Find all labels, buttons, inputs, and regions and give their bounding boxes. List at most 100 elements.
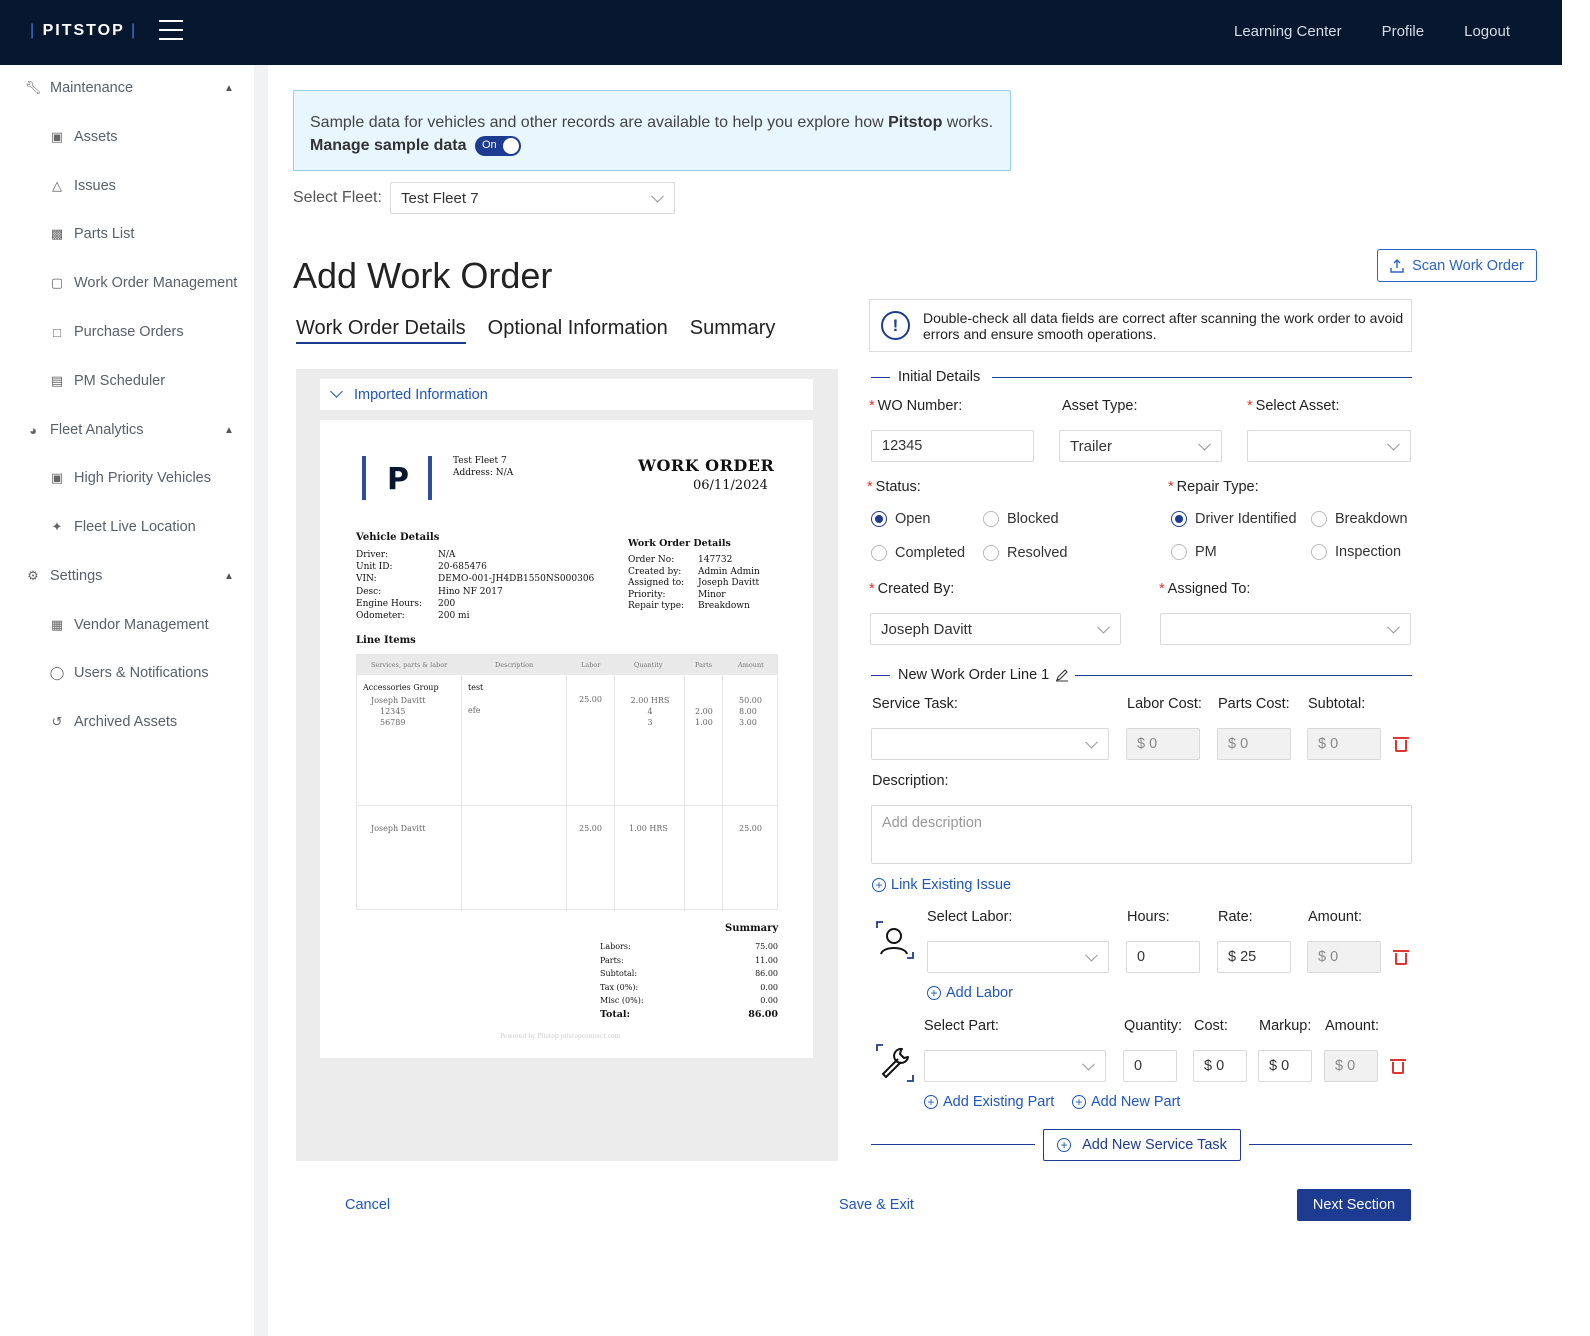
assigned-to-select[interactable] [1160, 613, 1411, 645]
delete-line-icon[interactable] [1393, 736, 1409, 752]
add-existing-part-link[interactable]: + Add Existing Part [924, 1094, 1054, 1110]
delete-labor-icon[interactable] [1393, 949, 1409, 965]
rate-label: Rate: [1218, 909, 1253, 925]
plus-circle-icon: + [924, 1095, 938, 1109]
sidebar-item-pm-scheduler[interactable]: ▤ PM Scheduler [48, 373, 165, 389]
profile-link[interactable]: Profile [1382, 23, 1425, 40]
repair-pm-radio[interactable]: PM [1171, 544, 1217, 560]
repair-driver-identified-radio[interactable]: Driver Identified [1171, 511, 1297, 527]
doc-summary-values: 75.00 11.00 86.00 0.00 0.00 86.00 [748, 942, 778, 1020]
next-section-button[interactable]: Next Section [1297, 1189, 1411, 1221]
chevron-down-icon [1085, 948, 1098, 962]
sidebar-item-issues[interactable]: △ Issues [48, 178, 116, 194]
plus-circle-icon: + [1072, 1095, 1086, 1109]
status-blocked-radio[interactable]: Blocked [983, 511, 1059, 527]
app-logo[interactable]: | PITSTOP | [30, 22, 137, 40]
sidebar-item-archived-assets[interactable]: ↺ Archived Assets [48, 714, 178, 730]
plus-circle-icon: + [872, 878, 886, 892]
doc-line-items-table: Services, parts & labor Description Labo… [356, 654, 778, 911]
repair-inspection-radio[interactable]: Inspection [1311, 544, 1401, 560]
store-icon: ▦ [50, 617, 64, 632]
sidebar-group-maintenance[interactable]: 🔧︎ Maintenance ▲ [24, 80, 244, 96]
rate-input[interactable]: $ 25 [1217, 941, 1291, 973]
select-asset-label: * Select Asset: [1247, 398, 1340, 414]
sidebar-item-work-order-management[interactable]: ▢ Work Order Management [48, 275, 237, 291]
doc-summary-heading: Summary [725, 923, 779, 934]
copy-icon: □ [53, 324, 61, 340]
history-icon: ↺ [51, 714, 63, 729]
table-cell: Accessories Group [363, 683, 439, 692]
logout-link[interactable]: Logout [1464, 23, 1510, 40]
tab-optional-information[interactable]: Optional Information [488, 317, 668, 344]
status-label: * Status: [867, 479, 921, 495]
select-asset-dropdown[interactable] [1247, 430, 1411, 462]
sidebar-item-fleet-live-location[interactable]: ✦ Fleet Live Location [48, 519, 196, 535]
labor-cost-label: Labor Cost: [1127, 696, 1202, 712]
plus-circle-icon: + [927, 986, 941, 1000]
link-existing-issue-link[interactable]: + Link Existing Issue [872, 877, 1011, 893]
tab-work-order-details[interactable]: Work Order Details [296, 317, 466, 344]
imported-information-toggle[interactable]: Imported Information [320, 379, 813, 410]
table-cell: 2.00 1.00 [695, 707, 713, 727]
sidebar-item-vendor-management[interactable]: ▦ Vendor Management [48, 617, 209, 633]
quantity-input[interactable]: 0 [1123, 1050, 1177, 1082]
hours-label: Hours: [1127, 909, 1170, 925]
chevron-up-icon: ▲ [224, 570, 234, 582]
status-open-radio[interactable]: Open [871, 511, 930, 527]
doc-line-items-heading: Line Items [356, 635, 416, 646]
top-bar: | PITSTOP | Learning Center Profile Logo… [0, 0, 1562, 65]
sidebar-item-high-priority-vehicles[interactable]: ▣ High Priority Vehicles [48, 470, 211, 486]
sidebar-item-users-notifications[interactable]: ◯ Users & Notifications [48, 665, 209, 681]
add-new-part-link[interactable]: + Add New Part [1072, 1094, 1180, 1110]
sidebar-item-assets[interactable]: ▣ Assets [48, 129, 118, 145]
status-completed-radio[interactable]: Completed [871, 545, 965, 561]
status-resolved-radio[interactable]: Resolved [983, 545, 1067, 561]
add-new-service-task-button[interactable]: + Add New Service Task [1043, 1129, 1241, 1161]
part-amount-input: $ 0 [1324, 1050, 1378, 1082]
tab-bar: Work Order Details Optional Information … [296, 317, 775, 344]
sidebar-group-settings[interactable]: ⚙ Settings ▲ [24, 568, 244, 584]
sidebar-item-parts-list[interactable]: ▩ Parts List [48, 226, 135, 242]
chevron-up-icon: ▲ [224, 82, 234, 94]
labor-cost-input: $ 0 [1126, 728, 1200, 760]
assigned-to-label: * Assigned To: [1159, 581, 1251, 597]
description-textarea[interactable]: Add description [871, 805, 1412, 864]
cost-input[interactable]: $ 0 [1193, 1050, 1247, 1082]
delete-part-icon[interactable] [1390, 1058, 1406, 1074]
sidebar-group-fleet-analytics[interactable]: ◕ Fleet Analytics ▲ [24, 422, 244, 438]
created-by-select[interactable]: Joseph Davitt [870, 613, 1121, 645]
add-labor-link[interactable]: + Add Labor [927, 985, 1013, 1001]
main-content: Sample data for vehicles and other recor… [268, 65, 1562, 1336]
service-task-select[interactable] [871, 728, 1109, 760]
fleet-select[interactable]: Test Fleet 7 [390, 182, 675, 214]
subtotal-input: $ 0 [1307, 728, 1381, 760]
edit-icon[interactable] [1055, 668, 1069, 682]
menu-icon[interactable] [159, 20, 183, 40]
wo-number-input[interactable]: 12345 [871, 430, 1034, 462]
sidebar-item-purchase-orders[interactable]: □ Purchase Orders [48, 324, 184, 340]
repair-type-label: * Repair Type: [1168, 479, 1259, 495]
truck-icon: ▣ [50, 470, 64, 485]
wrench-icon: 🔧︎ [24, 80, 42, 95]
sample-data-toggle[interactable]: On [474, 135, 521, 156]
repair-breakdown-radio[interactable]: Breakdown [1311, 511, 1408, 527]
scan-work-order-button[interactable]: Scan Work Order [1377, 249, 1537, 282]
tab-summary[interactable]: Summary [690, 317, 776, 344]
markup-label: Markup: [1259, 1018, 1312, 1034]
markup-input[interactable]: $ 0 [1258, 1050, 1312, 1082]
learning-center-link[interactable]: Learning Center [1234, 23, 1342, 40]
doc-address: Address: N/A [453, 468, 514, 478]
doc-vehicle-values: N/A 20-685476 DEMO-001-JH4DB1550NS000306 Hi… [438, 550, 595, 622]
doc-footer: Powered by Pitstop pitstopconnect.com [500, 1033, 621, 1040]
doc-summary-labels: Labors: Parts: Subtotal: Tax (0%): Misc (0%)… [600, 942, 644, 1020]
part-wrench-icon [876, 1044, 914, 1082]
hours-input[interactable]: 0 [1126, 941, 1200, 973]
select-labor-dropdown[interactable] [927, 941, 1109, 973]
chevron-up-icon: ▲ [224, 424, 234, 436]
select-part-dropdown[interactable] [924, 1050, 1106, 1082]
cancel-button[interactable]: Cancel [345, 1197, 390, 1213]
save-exit-button[interactable]: Save & Exit [839, 1197, 914, 1213]
doc-vehicle-heading: Vehicle Details [356, 532, 440, 543]
asset-type-select[interactable]: Trailer [1059, 430, 1222, 462]
labor-amount-label: Amount: [1308, 909, 1362, 925]
